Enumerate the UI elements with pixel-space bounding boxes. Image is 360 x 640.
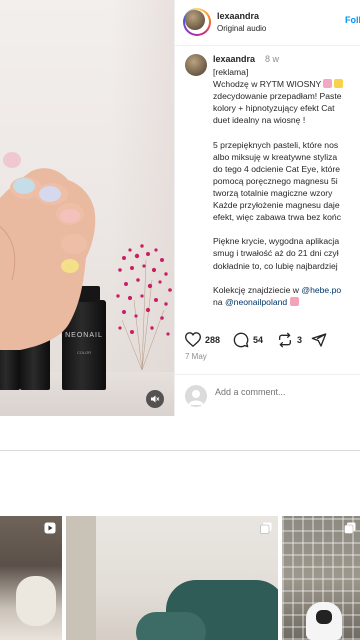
caption-line: 5 przepięknych pasteli, które nos — [213, 139, 339, 150]
caption-line: smug i trwałość aż do 21 dni czył — [213, 248, 339, 259]
caption-line: na @neonailpoland — [213, 296, 360, 308]
author-username[interactable]: lexaandra — [217, 11, 259, 21]
caption-line: Wchodzę w RYTM WIOSNY — [213, 78, 360, 90]
caption-line: Kolekcję znajdziecie w @hebe.po — [213, 284, 342, 295]
like-count: 288 — [205, 334, 221, 345]
comment-icon — [233, 332, 249, 348]
caption-line: pomocą poręcznego magnesu 5i — [213, 175, 338, 186]
thumbnail-1[interactable] — [0, 516, 62, 640]
add-comment-row — [175, 374, 360, 416]
comment-count: 54 — [253, 335, 264, 345]
heart-icon — [185, 332, 201, 347]
caption-line: dokładnie to, co lubię najbardziej — [213, 260, 338, 271]
caption-line: Każde przyłożenie magnesu daje — [213, 200, 340, 211]
gypsophila-flowers — [116, 244, 172, 370]
caption-line: Piękne krycie, wygodna aplikacja — [213, 236, 340, 247]
caption-line: albo miksuję w kreatywne styliza — [213, 151, 338, 162]
comment-action[interactable]: 54 — [233, 332, 263, 348]
hebe-mention-link[interactable]: @hebe.po — [301, 285, 341, 295]
like-action[interactable]: 288 — [185, 332, 220, 347]
comment-input[interactable] — [215, 387, 355, 397]
caption-text: [reklama] Wchodzę w RYTM WIOSNY zdecydow… — [213, 66, 360, 308]
neonail-mention-link[interactable]: @neonailpoland — [225, 297, 287, 307]
caption-line: duet idealny na wiosnę ! — [213, 115, 306, 126]
caption-line: zdecydowanie przepadłam! Paste — [213, 91, 342, 102]
follow-button[interactable]: Foll — [345, 15, 360, 25]
share-action[interactable] — [311, 332, 327, 348]
section-divider — [0, 450, 360, 451]
sparkles-emoji-icon — [334, 79, 344, 89]
caption-line: tworzą totalnie magiczne wzory — [213, 187, 333, 198]
flower-emoji-icon — [323, 79, 333, 89]
hand-with-nails — [0, 152, 96, 350]
reel-icon — [44, 522, 56, 534]
caption-line: do tego 4 odcienie Cat Eye, które — [213, 163, 341, 174]
multi-photo-icon — [260, 522, 272, 534]
thumbnail-2[interactable] — [66, 516, 278, 640]
thumbnail-3[interactable] — [282, 516, 360, 640]
author-avatar[interactable] — [183, 8, 211, 36]
caption-avatar[interactable] — [185, 54, 207, 76]
bottle-sub: COLOR — [76, 350, 92, 355]
post-header: lexaandra Original audio Foll — [175, 0, 360, 46]
caption-time: 8 w — [265, 54, 280, 64]
multi-photo-icon — [344, 522, 356, 534]
mute-button[interactable] — [146, 390, 164, 408]
default-user-icon — [188, 390, 204, 405]
post-side-panel: lexaandra Original audio Foll lexaandra … — [174, 0, 360, 416]
send-icon — [311, 333, 327, 347]
viewer-avatar — [185, 385, 207, 407]
repost-count: 3 — [297, 335, 303, 345]
repost-action[interactable]: 3 — [277, 332, 302, 348]
instagram-page: NEONAIL COLOR lexaandra Original audio F… — [0, 0, 360, 640]
caption-username[interactable]: lexaandra — [213, 54, 255, 64]
shopping-bag-emoji-icon — [289, 296, 299, 306]
caption-line: efekt, więc zabawa trwa bez końc — [213, 212, 342, 223]
caption: lexaandra 8 w [reklama] Wchodzę w RYTM W… — [175, 46, 360, 316]
audio-label[interactable]: Original audio — [217, 24, 266, 33]
repost-icon — [279, 332, 291, 348]
caption-line: [reklama] — [213, 67, 249, 77]
post-media[interactable]: NEONAIL COLOR — [0, 0, 174, 416]
caption-line: kolory + hipnotyzujący efekt Cat — [213, 103, 335, 114]
post-date: 7 May — [185, 352, 207, 361]
action-bar: 288 54 3 — [175, 326, 360, 352]
speaker-muted-icon — [151, 395, 160, 403]
